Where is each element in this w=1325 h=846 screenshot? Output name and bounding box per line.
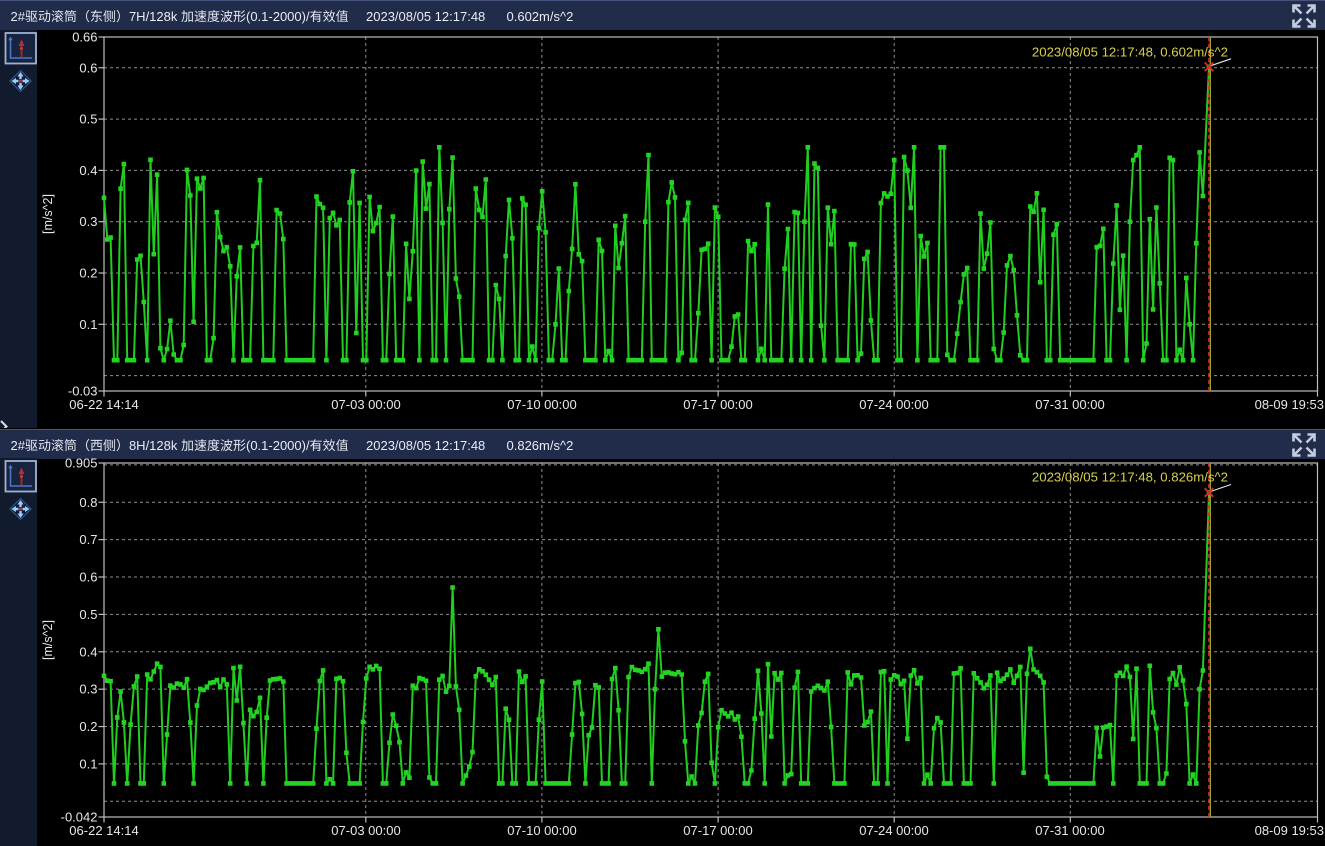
svg-text:[m/s^2]: [m/s^2] [41, 194, 55, 234]
svg-text:0.6: 0.6 [79, 570, 97, 585]
svg-text:07-10 00:00: 07-10 00:00 [507, 823, 576, 838]
svg-text:0.4: 0.4 [79, 644, 97, 659]
svg-text:0.4: 0.4 [79, 163, 97, 178]
svg-text:0.5: 0.5 [79, 607, 97, 622]
svg-text:2023/08/05 12:17:48, 0.826m/s^: 2023/08/05 12:17:48, 0.826m/s^2 [1032, 470, 1228, 485]
svg-text:0.1: 0.1 [79, 756, 97, 771]
svg-text:(0.1-2000)/: (0.1-2000)/ [246, 9, 310, 24]
svg-text:07-10 00:00: 07-10 00:00 [507, 397, 576, 412]
svg-text:2023/08/05 12:17:48: 2023/08/05 12:17:48 [366, 438, 485, 453]
svg-text:0.6: 0.6 [79, 60, 97, 75]
svg-text:06-22 14:14: 06-22 14:14 [69, 397, 138, 412]
svg-text:07-24 00:00: 07-24 00:00 [859, 823, 928, 838]
svg-text:08-09 19:53: 08-09 19:53 [1255, 397, 1324, 412]
svg-text:0.1: 0.1 [79, 317, 97, 332]
svg-text:7H/128k: 7H/128k [129, 9, 178, 24]
svg-text:8H/128k: 8H/128k [129, 438, 178, 453]
svg-text:07-17 00:00: 07-17 00:00 [683, 397, 752, 412]
svg-text:2#: 2# [11, 438, 26, 453]
svg-text:07-03 00:00: 07-03 00:00 [331, 397, 400, 412]
svg-text:0.2: 0.2 [79, 266, 97, 281]
svg-text:0.5: 0.5 [79, 112, 97, 127]
svg-text:[m/s^2]: [m/s^2] [41, 620, 55, 660]
svg-text:0.3: 0.3 [79, 214, 97, 229]
svg-text:2#: 2# [11, 9, 26, 24]
svg-text:2023/08/05 12:17:48, 0.602m/s^: 2023/08/05 12:17:48, 0.602m/s^2 [1032, 45, 1228, 60]
svg-text:0.2: 0.2 [79, 719, 97, 734]
svg-text:08-09 19:53: 08-09 19:53 [1255, 823, 1324, 838]
svg-text:0.8: 0.8 [79, 495, 97, 510]
svg-text:07-31 00:00: 07-31 00:00 [1035, 397, 1104, 412]
svg-text:07-24 00:00: 07-24 00:00 [859, 397, 928, 412]
svg-text:0.3: 0.3 [79, 682, 97, 697]
svg-text:2023/08/05 12:17:48: 2023/08/05 12:17:48 [366, 9, 485, 24]
svg-text:06-22 14:14: 06-22 14:14 [69, 823, 138, 838]
svg-text:07-17 00:00: 07-17 00:00 [683, 823, 752, 838]
svg-text:07-31 00:00: 07-31 00:00 [1035, 823, 1104, 838]
svg-text:0.826m/s^2: 0.826m/s^2 [507, 438, 574, 453]
svg-text:07-03 00:00: 07-03 00:00 [331, 823, 400, 838]
svg-text:0.905: 0.905 [65, 458, 98, 471]
svg-text:0.7: 0.7 [79, 532, 97, 547]
svg-text:0.66: 0.66 [72, 30, 97, 45]
svg-text:0.602m/s^2: 0.602m/s^2 [507, 9, 574, 24]
svg-text:(0.1-2000)/: (0.1-2000)/ [246, 438, 310, 453]
